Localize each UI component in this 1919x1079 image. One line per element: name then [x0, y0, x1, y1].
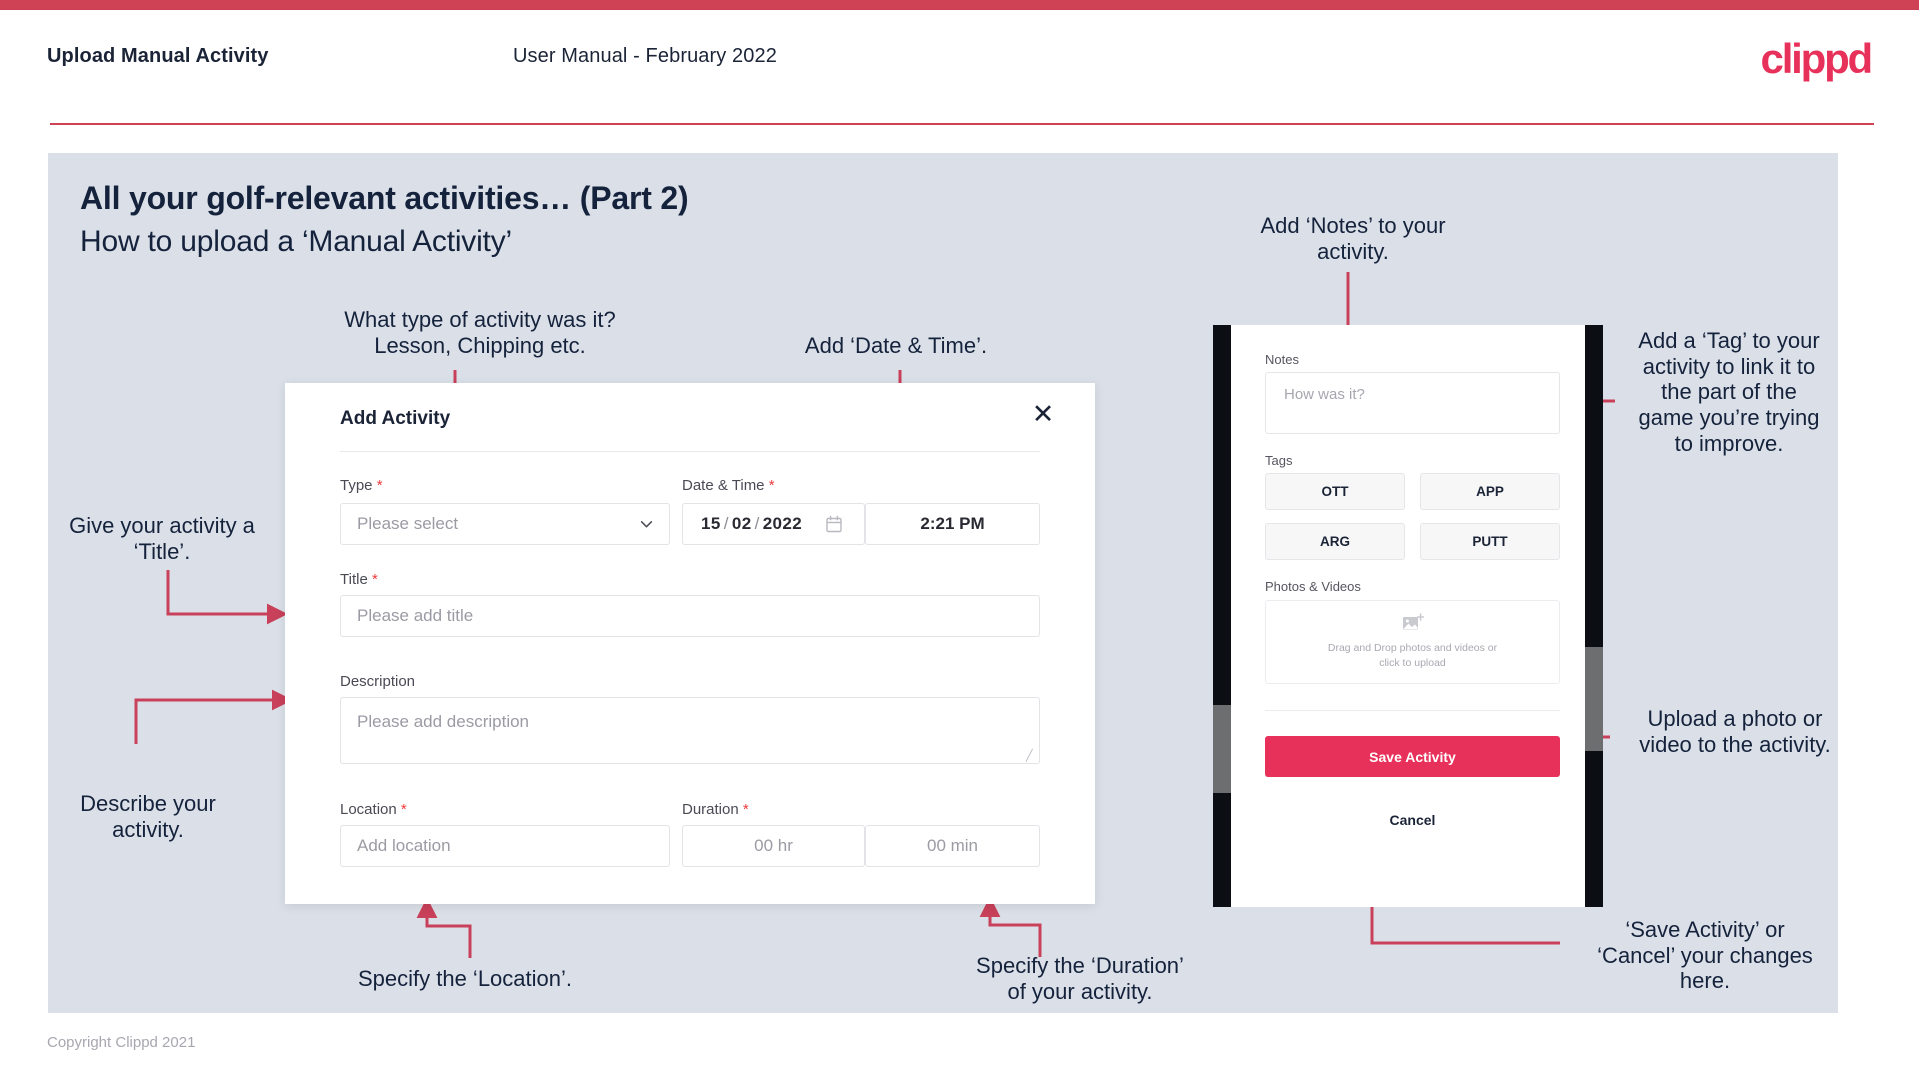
dropzone-line-1: Drag and Drop photos and videos or — [1327, 641, 1498, 654]
annotation-description: Describe your activity. — [80, 791, 216, 842]
save-activity-label: Save Activity — [1369, 748, 1456, 765]
photo-dropzone[interactable]: Drag and Drop photos and videos or click… — [1265, 600, 1560, 684]
tag-arg-label: ARG — [1320, 534, 1350, 549]
description-textarea[interactable]: Please add description ╱ — [340, 697, 1040, 764]
notes-placeholder: How was it? — [1284, 386, 1365, 403]
photos-label: Photos & Videos — [1265, 579, 1361, 594]
phone-screen: Notes How was it? Tags OTT APP ARG PUTT … — [1231, 325, 1585, 907]
duration-minutes-placeholder: 00 min — [926, 836, 979, 855]
title-label-text: Title — [340, 571, 368, 588]
tag-ott[interactable]: OTT — [1265, 473, 1405, 510]
top-accent-bar — [0, 0, 1919, 10]
dialog-title: Add Activity — [340, 408, 451, 429]
description-label: Description — [340, 673, 415, 690]
description-placeholder: Please add description — [357, 712, 530, 731]
annotation-tags: Add a ‘Tag’ to your activity to link it … — [1638, 328, 1820, 456]
tag-arg[interactable]: ARG — [1265, 523, 1405, 560]
date-value: 15/02/2022 — [683, 514, 802, 534]
dialog-divider — [340, 451, 1040, 452]
phone-volume-button — [1213, 705, 1231, 793]
cancel-button[interactable]: Cancel — [1265, 812, 1560, 828]
footer-copyright: Copyright Clippd 2021 — [47, 1034, 196, 1051]
add-activity-dialog: Add Activity ✕ Type * Please select Date… — [285, 383, 1095, 904]
type-label-text: Type — [340, 477, 373, 494]
tag-putt-label: PUTT — [1472, 534, 1508, 549]
tag-putt[interactable]: PUTT — [1420, 523, 1560, 560]
location-placeholder: Add location — [357, 836, 451, 855]
date-month: 02 — [731, 514, 752, 533]
tag-app[interactable]: APP — [1420, 473, 1560, 510]
location-input[interactable]: Add location — [340, 825, 670, 867]
tag-ott-label: OTT — [1321, 484, 1349, 499]
datetime-label: Date & Time * — [682, 477, 775, 494]
header-divider — [50, 123, 1874, 125]
phone-frame-right — [1585, 325, 1603, 907]
datetime-required-marker: * — [768, 477, 775, 494]
description-label-text: Description — [340, 673, 416, 690]
tag-app-label: APP — [1476, 484, 1504, 499]
date-day: 15 — [701, 514, 721, 533]
duration-hours-input[interactable]: 00 hr — [682, 825, 865, 867]
chevron-down-icon — [640, 521, 653, 528]
notes-textarea[interactable]: How was it? — [1265, 372, 1560, 434]
type-select[interactable]: Please select — [340, 503, 670, 545]
annotation-upload: Upload a photo or video to the activity. — [1639, 706, 1831, 757]
tags-label: Tags — [1265, 453, 1293, 468]
annotation-notes: Add ‘Notes’ to your activity. — [1260, 213, 1446, 264]
phone-mockup: Notes How was it? Tags OTT APP ARG PUTT … — [1213, 325, 1603, 907]
save-activity-button[interactable]: Save Activity — [1265, 736, 1560, 777]
time-input[interactable]: 2:21 PM — [865, 503, 1040, 545]
annotation-location: Specify the ‘Location’. — [357, 966, 573, 991]
date-sep-1: / — [723, 514, 729, 533]
title-placeholder: Please add title — [357, 606, 474, 625]
clippd-logo: clippd — [1760, 35, 1874, 82]
page-title: Upload Manual Activity — [47, 45, 269, 67]
slide-page: Upload Manual Activity User Manual - Feb… — [0, 0, 1919, 1079]
close-icon[interactable]: ✕ — [1029, 401, 1057, 429]
location-required-marker: * — [400, 801, 407, 818]
duration-label: Duration * — [682, 801, 749, 818]
duration-label-text: Duration — [682, 801, 739, 818]
slide-subtitle: How to upload a ‘Manual Activity’ — [80, 225, 512, 258]
datetime-label-text: Date & Time — [682, 477, 765, 494]
duration-required-marker: * — [742, 801, 749, 818]
time-value: 2:21 PM — [920, 514, 985, 533]
calendar-icon[interactable] — [826, 515, 842, 533]
date-input[interactable]: 15/02/2022 — [682, 503, 865, 545]
duration-hours-placeholder: 00 hr — [754, 836, 793, 855]
type-label: Type * — [340, 477, 383, 494]
add-image-icon — [1402, 613, 1424, 630]
dialog-header: Add Activity ✕ — [285, 383, 1095, 451]
phone-frame-left — [1213, 325, 1231, 907]
page-subtitle: User Manual - February 2022 — [513, 45, 777, 67]
phone-divider — [1265, 710, 1560, 711]
date-year: 2022 — [762, 514, 803, 533]
resize-handle-icon[interactable]: ╱ — [1026, 751, 1036, 762]
type-required-marker: * — [376, 477, 383, 494]
type-placeholder: Please select — [357, 514, 459, 533]
annotation-datetime: Add ‘Date & Time’. — [804, 333, 988, 358]
annotation-duration: Specify the ‘Duration’ of your activity. — [976, 953, 1184, 1004]
date-sep-2: / — [754, 514, 760, 533]
annotation-title: Give your activity a ‘Title’. — [69, 513, 255, 564]
dropzone-line-2: click to upload — [1379, 657, 1446, 669]
duration-minutes-input[interactable]: 00 min — [865, 825, 1040, 867]
phone-power-button — [1585, 647, 1603, 751]
title-required-marker: * — [371, 571, 378, 588]
location-label-text: Location — [340, 801, 397, 818]
annotation-save: ‘Save Activity’ or ‘Cancel’ your changes… — [1597, 917, 1813, 994]
cancel-label: Cancel — [1389, 812, 1436, 828]
notes-label: Notes — [1265, 352, 1299, 367]
annotation-type: What type of activity was it? Lesson, Ch… — [344, 307, 616, 358]
dropzone-text: Drag and Drop photos and videos or click… — [1328, 641, 1497, 671]
title-label: Title * — [340, 571, 378, 588]
slide-title: All your golf-relevant activities… (Part… — [80, 180, 689, 216]
title-input[interactable]: Please add title — [340, 595, 1040, 637]
location-label: Location * — [340, 801, 407, 818]
